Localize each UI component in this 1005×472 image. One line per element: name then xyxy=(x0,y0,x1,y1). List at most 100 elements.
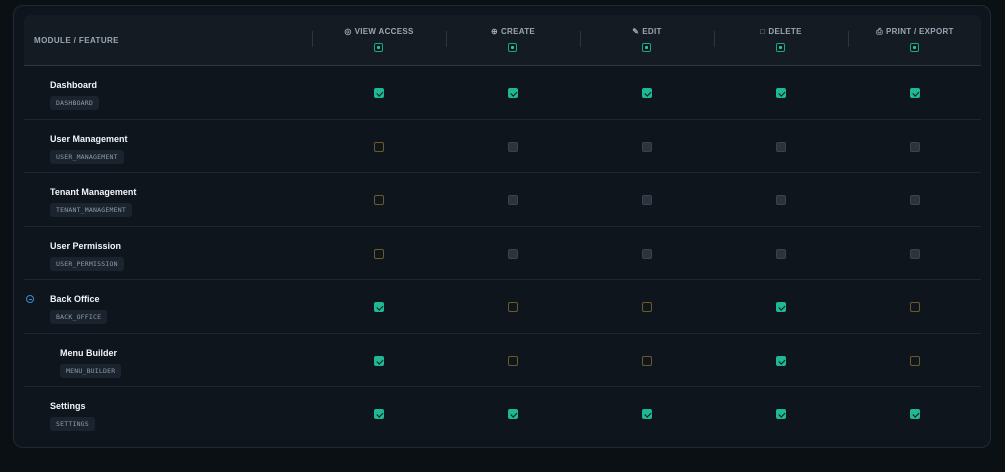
permission-cell-print xyxy=(848,120,982,173)
create-permission-checkbox[interactable] xyxy=(508,141,518,152)
view-permission-checkbox[interactable] xyxy=(374,355,384,366)
print-permission-checkbox[interactable] xyxy=(910,195,920,205)
permission-cell-view xyxy=(312,66,446,119)
permission-cell-edit xyxy=(580,66,714,119)
column-header-print: ⎙ PRINT / EXPORT xyxy=(848,15,982,65)
print-permission-checkbox[interactable] xyxy=(910,88,920,98)
column-header-create: ⊕ CREATE xyxy=(446,15,580,65)
permission-cell-create xyxy=(446,334,580,387)
column-header-view: ◎ VIEW ACCESS xyxy=(312,15,446,65)
print-permission-checkbox[interactable] xyxy=(910,409,920,419)
view-permission-checkbox[interactable] xyxy=(374,409,384,419)
permission-cell-edit xyxy=(580,173,714,226)
permission-cell-view xyxy=(312,280,446,333)
delete-permission-checkbox[interactable] xyxy=(776,88,786,98)
module-name: Menu Builder xyxy=(60,347,118,358)
delete-permission-checkbox[interactable] xyxy=(776,248,786,259)
select-all-edit-checkbox[interactable] xyxy=(642,43,651,52)
module-code-badge: USER_MANAGEMENT xyxy=(50,149,124,164)
permission-cell-print xyxy=(848,280,982,333)
edit-permission-checkbox[interactable] xyxy=(642,302,652,312)
delete-permission-checkbox[interactable] xyxy=(776,141,786,152)
create-permission-checkbox[interactable] xyxy=(508,88,518,98)
create-permission-checkbox[interactable] xyxy=(508,355,518,366)
delete-permission-checkbox[interactable] xyxy=(776,409,786,419)
pencil-icon: ✎ xyxy=(632,27,640,36)
permission-cell-edit xyxy=(580,387,714,440)
plus-circle-icon: ⊕ xyxy=(490,27,498,36)
module-code-badge: TENANT_MANAGEMENT xyxy=(50,203,132,217)
permission-cell-delete xyxy=(714,173,848,226)
module-code-badge: USER_PERMISSION xyxy=(50,256,124,271)
permission-cell-create xyxy=(446,280,580,333)
module-name: Dashboard xyxy=(50,80,98,90)
edit-permission-checkbox[interactable] xyxy=(642,141,652,152)
delete-permission-checkbox[interactable] xyxy=(776,355,786,366)
create-permission-checkbox[interactable] xyxy=(508,302,518,312)
create-permission-checkbox[interactable] xyxy=(508,248,518,259)
column-label: PRINT / EXPORT xyxy=(885,27,954,36)
view-permission-checkbox[interactable] xyxy=(374,248,384,259)
select-all-view-checkbox[interactable] xyxy=(374,43,383,52)
permission-cell-view xyxy=(312,120,446,173)
module-name: Tenant Management xyxy=(50,187,137,197)
print-permission-checkbox[interactable] xyxy=(910,302,920,312)
permission-cell-create xyxy=(446,173,580,226)
column-label: DELETE xyxy=(768,27,802,36)
print-permission-checkbox[interactable] xyxy=(910,141,920,152)
edit-permission-checkbox[interactable] xyxy=(642,248,652,259)
select-all-print-checkbox[interactable] xyxy=(910,43,919,52)
permission-cell-create xyxy=(446,120,580,173)
edit-permission-checkbox[interactable] xyxy=(642,195,652,205)
view-permission-checkbox[interactable] xyxy=(374,195,384,205)
permission-cell-edit xyxy=(580,334,714,387)
permission-cell-print xyxy=(848,334,982,387)
edit-permission-checkbox[interactable] xyxy=(642,355,652,366)
permission-cell-print xyxy=(848,66,982,119)
permission-cell-view xyxy=(312,173,446,226)
edit-permission-checkbox[interactable] xyxy=(642,409,652,419)
permission-cell-edit xyxy=(580,227,714,280)
create-permission-checkbox[interactable] xyxy=(508,195,518,205)
table-body: Dashboard DASHBOARD User Management USER_MA… xyxy=(24,66,981,441)
permission-cell-delete xyxy=(714,280,848,333)
print-permission-checkbox[interactable] xyxy=(910,248,920,259)
table-row: Dashboard DASHBOARD xyxy=(24,66,981,120)
permission-cell-print xyxy=(848,227,982,280)
view-permission-checkbox[interactable] xyxy=(374,302,384,312)
permission-cell-delete xyxy=(714,227,848,280)
trash-icon: □ xyxy=(760,27,766,36)
printer-icon: ⎙ xyxy=(876,27,883,36)
collapse-icon[interactable] xyxy=(26,295,34,303)
module-name: User Permission xyxy=(50,240,122,251)
permission-cell-edit xyxy=(580,120,714,173)
permission-cell-print xyxy=(848,173,982,226)
module-name: Back Office xyxy=(50,294,100,304)
table-header: MODULE / FEATURE ◎ VIEW ACCESS ⊕ CREATE ✎ EDI… xyxy=(24,15,981,66)
eye-icon: ◎ xyxy=(344,27,352,36)
permission-cell-create xyxy=(446,66,580,119)
create-permission-checkbox[interactable] xyxy=(508,409,518,419)
permission-cell-create xyxy=(446,387,580,440)
permission-cell-view xyxy=(312,334,446,387)
column-header-delete: □ DELETE xyxy=(714,15,848,65)
module-code-badge: MENU_BUILDER xyxy=(60,363,122,378)
view-permission-checkbox[interactable] xyxy=(374,88,384,98)
edit-permission-checkbox[interactable] xyxy=(642,88,652,98)
permission-cell-delete xyxy=(714,66,848,119)
table-row: Back Office BACK_OFFICE xyxy=(24,280,981,334)
module-feature-header: MODULE / FEATURE xyxy=(34,36,119,45)
delete-permission-checkbox[interactable] xyxy=(776,302,786,312)
delete-permission-checkbox[interactable] xyxy=(776,195,786,205)
permission-cell-view xyxy=(312,387,446,440)
module-name: User Management xyxy=(50,133,128,144)
column-label: CREATE xyxy=(500,27,536,36)
print-permission-checkbox[interactable] xyxy=(910,355,920,366)
table-row: Settings SETTINGS xyxy=(24,387,981,441)
column-label: VIEW ACCESS xyxy=(354,27,414,36)
select-all-create-checkbox[interactable] xyxy=(508,43,517,52)
permission-cell-print xyxy=(848,387,982,440)
permissions-card: MODULE / FEATURE ◎ VIEW ACCESS ⊕ CREATE ✎ EDI… xyxy=(13,5,991,448)
select-all-delete-checkbox[interactable] xyxy=(776,43,785,52)
view-permission-checkbox[interactable] xyxy=(374,141,384,152)
